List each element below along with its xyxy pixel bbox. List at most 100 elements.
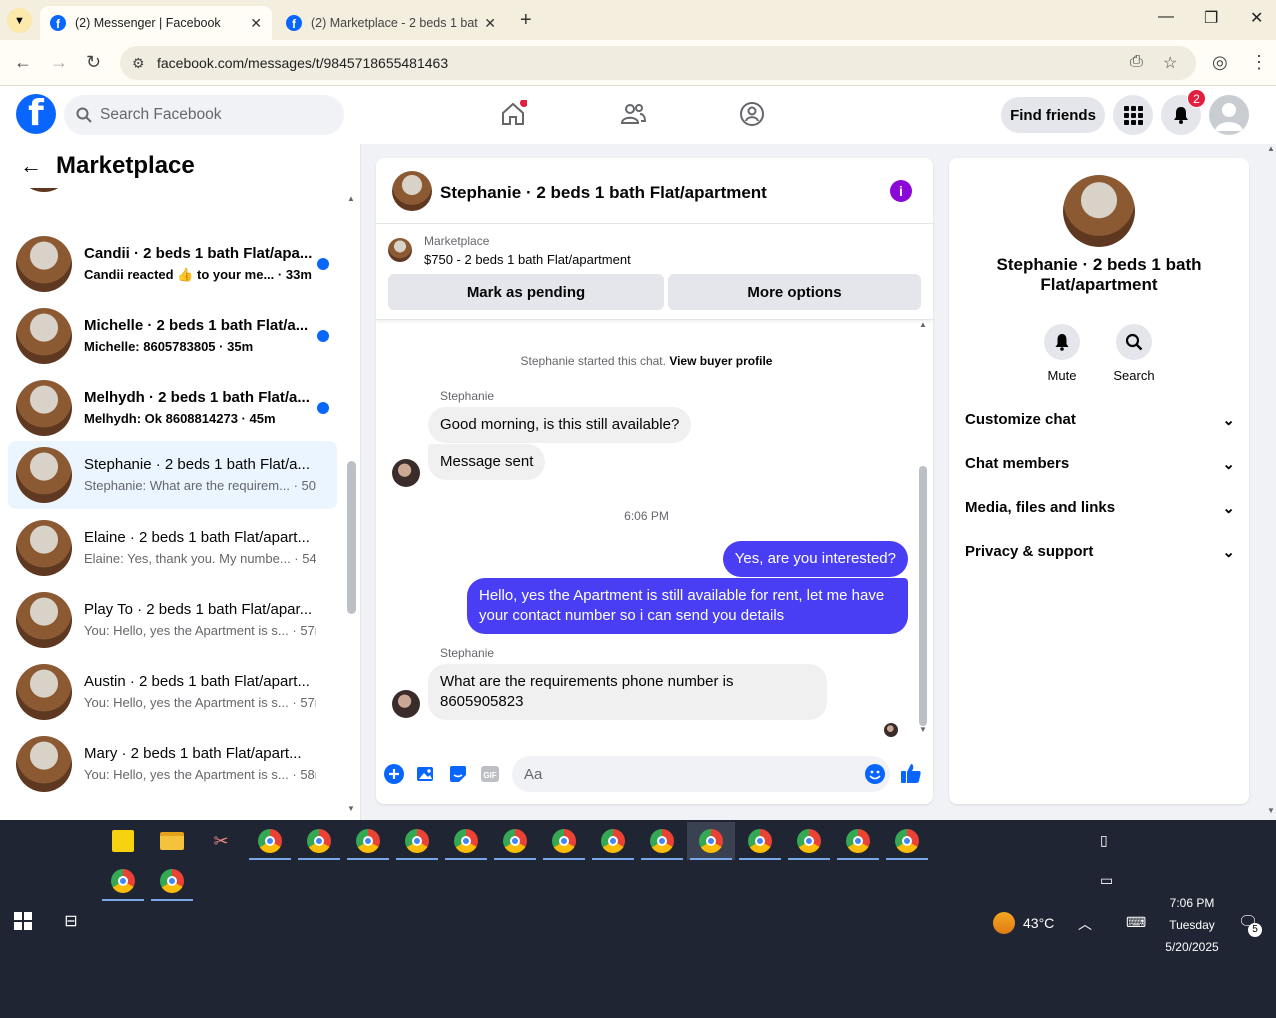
sticky-notes-icon[interactable] <box>106 824 140 858</box>
profile-icon[interactable]: ◎ <box>1212 52 1228 73</box>
photo-icon[interactable] <box>416 764 436 784</box>
browser-menu-icon[interactable]: ⋮ <box>1250 52 1268 73</box>
conversation-item[interactable]: Melhydh · 2 beds 1 bath Flat/a... Melhydh… <box>8 374 337 442</box>
weather-widget[interactable]: 43°C <box>993 912 1054 934</box>
outgoing-message[interactable]: Hello, yes the Apartment is still availa… <box>467 578 908 634</box>
snipping-tool-icon[interactable]: ✂ <box>204 824 238 858</box>
conversation-item[interactable]: Elaine · 2 beds 1 bath Flat/apart... Elai… <box>8 514 337 582</box>
chrome-taskbar-icon[interactable] <box>792 824 826 858</box>
chrome-taskbar-icon[interactable] <box>302 824 336 858</box>
site-info-icon[interactable]: ⚙ <box>132 55 154 72</box>
sender-avatar[interactable] <box>392 459 420 487</box>
incoming-message[interactable]: What are the requirements phone number i… <box>428 664 827 720</box>
close-tab-icon[interactable]: ✕ <box>250 15 262 32</box>
phone-link-icon[interactable]: ▯ <box>1100 832 1108 849</box>
gif-icon[interactable]: GIF <box>480 764 500 784</box>
more-options-button[interactable]: More options <box>668 274 921 310</box>
customize-chat-section[interactable]: Customize chat ⌄ <box>965 411 1235 429</box>
show-hidden-icons-icon[interactable]: ︿ <box>1078 914 1092 934</box>
forward-icon[interactable]: → <box>50 52 68 73</box>
scroll-up-icon[interactable]: ▲ <box>347 194 355 203</box>
find-friends-button[interactable]: Find friends <box>1001 97 1105 133</box>
mute-button[interactable]: Mute <box>1032 324 1092 383</box>
chrome-taskbar-icon[interactable] <box>547 824 581 858</box>
privacy-support-section[interactable]: Privacy & support ⌄ <box>965 543 1235 561</box>
start-windows-icon[interactable] <box>6 904 40 938</box>
info-icon[interactable]: i <box>890 180 912 202</box>
close-tab-icon[interactable]: ✕ <box>484 15 496 32</box>
back-icon[interactable]: ← <box>14 52 32 73</box>
home-icon[interactable] <box>499 100 527 128</box>
friends-icon[interactable] <box>619 100 647 128</box>
chrome-taskbar-icon[interactable] <box>351 824 385 858</box>
message-input[interactable]: Aa <box>512 756 890 792</box>
minimize-icon[interactable]: — <box>1158 8 1174 26</box>
account-avatar[interactable] <box>1209 95 1249 135</box>
thread-scrollbar[interactable] <box>919 466 927 726</box>
chrome-taskbar-icon[interactable] <box>498 824 532 858</box>
tab-search-dropdown[interactable]: ▼ <box>7 8 32 33</box>
chrome-taskbar-icon[interactable] <box>449 824 483 858</box>
chat-list-header: ← Marketplace <box>0 144 360 188</box>
chat-members-section[interactable]: Chat members ⌄ <box>965 455 1235 473</box>
scroll-up-icon[interactable]: ▲ <box>919 320 927 329</box>
search-conversation-button[interactable]: Search <box>1104 324 1164 383</box>
listing-price[interactable]: $750 - 2 beds 1 bath Flat/apartment <box>424 252 631 267</box>
sticker-icon[interactable] <box>448 764 468 784</box>
tab-marketplace[interactable]: f (2) Marketplace - 2 beds 1 bath ✕ <box>276 6 506 40</box>
conversation-item[interactable]: Play To · 2 beds 1 bath Flat/apar... You:… <box>8 586 337 654</box>
view-buyer-profile-link[interactable]: View buyer profile <box>669 354 772 368</box>
incoming-message[interactable]: Good morning, is this still available? <box>428 407 692 443</box>
chat-list-scrollbar[interactable] <box>347 461 356 614</box>
bookmark-star-icon[interactable]: ☆ <box>1163 53 1177 73</box>
facebook-search-input[interactable]: Search Facebook <box>64 95 344 135</box>
tab-messenger[interactable]: f (2) Messenger | Facebook ✕ <box>40 6 272 40</box>
chrome-taskbar-icon[interactable] <box>253 824 287 858</box>
keyboard-icon[interactable]: ⌨ <box>1126 914 1146 931</box>
incoming-message[interactable]: Message sent <box>428 444 546 480</box>
chrome-taskbar-icon[interactable] <box>687 822 735 860</box>
window-close-icon[interactable]: ✕ <box>1250 8 1263 28</box>
chrome-taskbar-icon[interactable] <box>841 824 875 858</box>
conversation-item[interactable]: Michelle · 2 beds 1 bath Flat/a... Michel… <box>8 302 337 370</box>
conversation-item[interactable]: Candii · 2 beds 1 bath Flat/apa... Candii… <box>8 230 337 298</box>
conversation-item[interactable]: Stephanie · 2 beds 1 bath Flat/a... Steph… <box>8 441 337 509</box>
chrome-taskbar-icon[interactable] <box>645 824 679 858</box>
chrome-taskbar-icon[interactable] <box>400 824 434 858</box>
reload-icon[interactable]: ↻ <box>86 52 101 73</box>
omnibox[interactable]: ⚙ facebook.com/messages/t/98457186554814… <box>120 46 1196 80</box>
scroll-down-icon[interactable]: ▼ <box>347 804 355 813</box>
conversation-item[interactable]: Mary · 2 beds 1 bath Flat/apart... You: H… <box>8 730 337 798</box>
restore-icon[interactable]: ❐ <box>1204 8 1218 28</box>
chat-avatar[interactable] <box>392 171 432 211</box>
outgoing-message[interactable]: Yes, are you interested? <box>722 541 908 577</box>
scroll-down-icon[interactable]: ▼ <box>919 725 927 734</box>
new-tab-icon[interactable]: + <box>520 9 532 32</box>
conversation-item[interactable]: Austin · 2 beds 1 bath Flat/apart... You:… <box>8 658 337 726</box>
plus-circle-icon[interactable] <box>384 764 404 784</box>
chrome-taskbar-icon[interactable] <box>106 864 140 898</box>
listing-thumbnail[interactable] <box>388 238 412 262</box>
menu-grid-icon[interactable] <box>1113 95 1153 135</box>
chrome-taskbar-icon[interactable] <box>890 824 924 858</box>
page-scroll-up-icon[interactable]: ▲ <box>1267 144 1275 153</box>
back-arrow-icon[interactable]: ← <box>20 153 56 179</box>
media-files-links-section[interactable]: Media, files and links ⌄ <box>965 499 1235 517</box>
clock[interactable]: 7:06 PM Tuesday 5/20/2025 <box>1160 892 1224 958</box>
chat-title[interactable]: Stephanie · 2 beds 1 bath Flat/apartment <box>440 183 767 203</box>
mark-as-pending-button[interactable]: Mark as pending <box>388 274 664 310</box>
task-view-icon[interactable]: ⊟ <box>54 904 88 938</box>
emoji-icon[interactable] <box>864 763 886 785</box>
install-app-icon[interactable]: ⎙ <box>1130 53 1143 71</box>
sender-avatar[interactable] <box>392 690 420 718</box>
meet-now-icon[interactable]: ▭ <box>1100 872 1113 889</box>
facebook-logo-icon[interactable]: f <box>16 94 56 134</box>
chrome-taskbar-icon[interactable] <box>155 864 189 898</box>
page-scroll-down-icon[interactable]: ▼ <box>1267 806 1275 815</box>
chrome-taskbar-icon[interactable] <box>743 824 777 858</box>
chrome-taskbar-icon[interactable] <box>596 824 630 858</box>
like-thumb-icon[interactable] <box>900 762 922 784</box>
groups-icon[interactable] <box>738 100 766 128</box>
file-explorer-icon[interactable] <box>155 824 189 858</box>
details-avatar[interactable] <box>1063 175 1135 247</box>
